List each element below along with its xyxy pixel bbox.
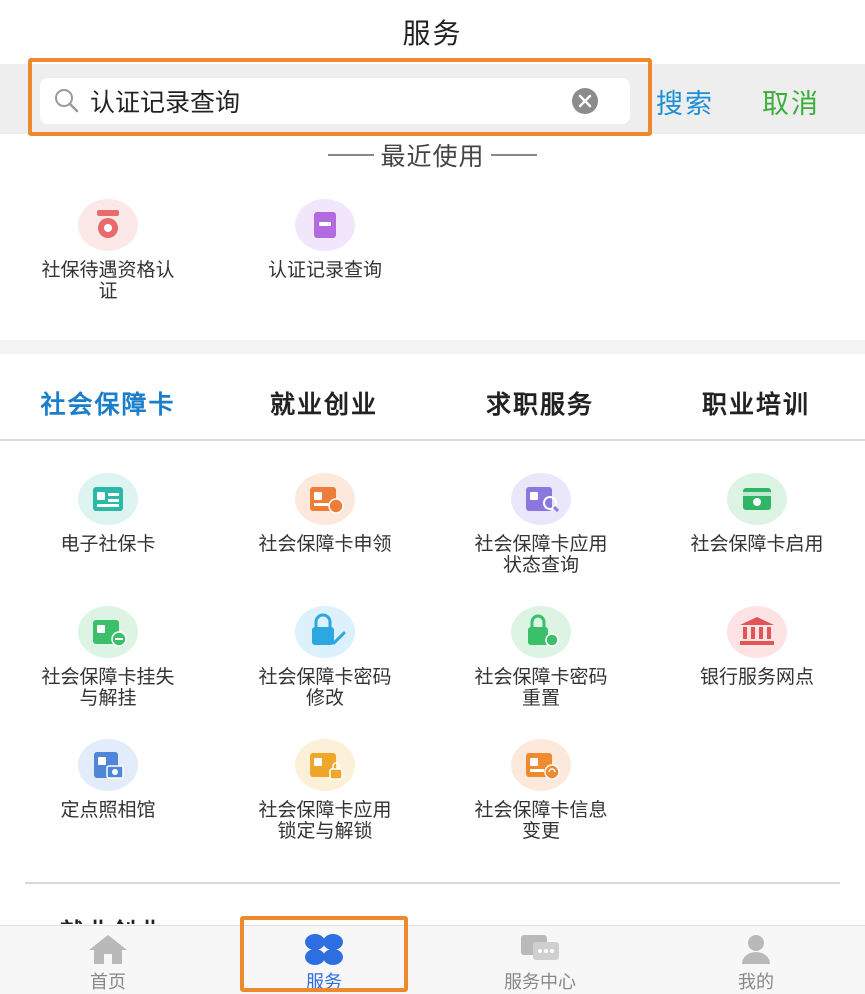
medal-icon	[73, 196, 143, 254]
tab-job-services[interactable]: 求职服务	[432, 375, 648, 435]
bottom-tab-bar: 首页 服务 服务中心 我的	[0, 925, 865, 994]
services-grid-icon	[301, 932, 347, 966]
card-lock-icon	[290, 736, 360, 794]
page-title: 服务	[402, 17, 463, 50]
photo-studio-icon	[73, 736, 143, 794]
service-item[interactable]: 电子社保卡	[23, 470, 193, 555]
bank-icon	[722, 603, 792, 661]
service-item[interactable]: 社会保障卡密码重置	[456, 603, 626, 709]
service-label: 银行服务网点	[699, 666, 814, 688]
service-item[interactable]: 社会保障卡启用	[672, 470, 842, 555]
card-apply-icon	[290, 470, 360, 528]
search-input[interactable]: 认证记录查询	[40, 78, 630, 124]
search-input-value: 认证记录查询	[90, 88, 241, 117]
nav-profile-label: 我的	[738, 972, 774, 993]
tab-vocational-training[interactable]: 职业培训	[648, 375, 864, 435]
service-label: 社会保障卡信息变更	[474, 799, 608, 842]
cancel-button[interactable]: 取消	[762, 82, 820, 121]
service-item[interactable]: 社会保障卡应用锁定与解锁	[240, 736, 410, 842]
service-label: 社会保障卡应用状态查询	[474, 533, 608, 576]
category-tabs: 社会保障卡 就业创业 求职服务 职业培训	[0, 375, 865, 435]
service-label: 定点照相馆	[60, 799, 156, 821]
profile-icon	[733, 932, 779, 966]
card-info-change-icon	[506, 736, 576, 794]
recent-heading-text: 最近使用	[380, 142, 485, 171]
nav-service-center[interactable]: 服务中心	[432, 926, 648, 994]
search-button[interactable]: 搜索	[656, 82, 714, 121]
heading-line-right	[490, 154, 537, 156]
nav-services-label: 服务	[306, 972, 342, 993]
service-label: 电子社保卡	[60, 533, 156, 555]
password-reset-icon	[506, 603, 576, 661]
service-item[interactable]: 社会保障卡申领	[240, 470, 410, 555]
section-divider	[0, 340, 865, 354]
recent-item[interactable]: 社保待遇资格认证	[23, 196, 193, 302]
service-label: 社会保障卡密码修改	[258, 666, 392, 709]
home-icon	[85, 932, 131, 966]
search-icon	[55, 89, 79, 113]
recent-item-label: 认证记录查询	[267, 259, 382, 281]
grid-bottom-divider	[25, 882, 840, 884]
nav-service-center-label: 服务中心	[504, 972, 576, 993]
recent-heading: 最近使用	[0, 138, 865, 172]
service-item[interactable]: 社会保障卡挂失与解挂	[23, 603, 193, 709]
top-bar: 服务	[0, 0, 865, 64]
tab-divider	[0, 439, 865, 441]
service-item[interactable]: 社会保障卡信息变更	[456, 736, 626, 842]
service-label: 社会保障卡挂失与解挂	[41, 666, 175, 709]
service-label: 社会保障卡启用	[690, 533, 824, 555]
next-section-heading-text: 就业创业	[60, 912, 200, 924]
service-label: 社会保障卡申领	[258, 533, 392, 555]
card-enable-icon	[722, 470, 792, 528]
tab-employment[interactable]: 就业创业	[216, 375, 432, 435]
service-item[interactable]: 定点照相馆	[23, 736, 193, 821]
search-bar: 认证记录查询 搜索 取消	[0, 64, 865, 134]
card-search-icon	[506, 470, 576, 528]
nav-profile[interactable]: 我的	[648, 926, 864, 994]
chat-center-icon	[517, 932, 563, 966]
id-card-icon	[73, 470, 143, 528]
card-loss-icon	[73, 603, 143, 661]
service-item[interactable]: 社会保障卡密码修改	[240, 603, 410, 709]
recent-item[interactable]: 认证记录查询	[240, 196, 410, 281]
recent-item-label: 社保待遇资格认证	[41, 259, 175, 302]
nav-services[interactable]: 服务	[216, 926, 432, 994]
clear-icon[interactable]	[568, 84, 602, 118]
password-edit-icon	[290, 603, 360, 661]
heading-line-left	[328, 154, 375, 156]
service-label: 社会保障卡密码重置	[474, 666, 608, 709]
next-section-heading: 就业创业	[60, 910, 200, 924]
record-card-icon	[290, 196, 360, 254]
service-item[interactable]: 银行服务网点	[672, 603, 842, 688]
nav-home[interactable]: 首页	[0, 926, 216, 994]
service-item[interactable]: 社会保障卡应用状态查询	[456, 470, 626, 576]
service-label: 社会保障卡应用锁定与解锁	[258, 799, 392, 842]
tab-social-security-card[interactable]: 社会保障卡	[0, 375, 216, 435]
nav-home-label: 首页	[90, 972, 126, 993]
